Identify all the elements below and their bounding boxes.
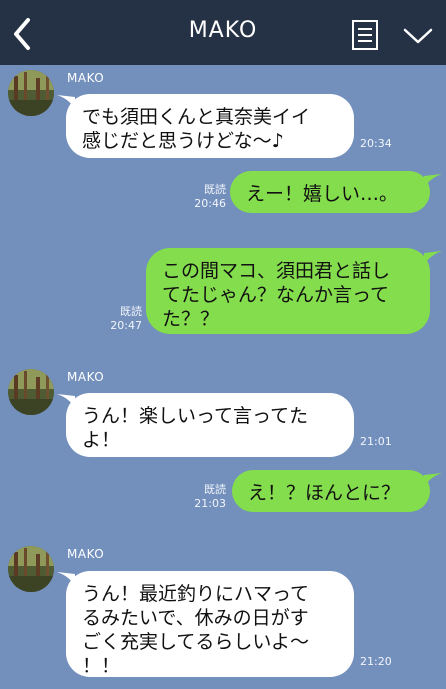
bubble-tail (424, 473, 442, 487)
message-time: 20:34 (360, 137, 392, 150)
bubble-tail (424, 174, 442, 188)
message-meta: 既読 20:47 (102, 305, 142, 333)
sender-name: MAKO (67, 71, 105, 85)
read-receipt: 既読 (120, 305, 142, 318)
message-bubble-incoming[interactable]: うん！楽しいって言ってた よ！ (66, 393, 354, 457)
bubble-tail (424, 251, 442, 265)
message-bubble-outgoing[interactable]: この間マコ、須田君と話し てたじゃん？なんか言って た？？ (146, 248, 430, 334)
chevron-down-icon[interactable] (402, 26, 434, 46)
message-time: 20:47 (110, 319, 142, 332)
message-meta: 既読 21:03 (186, 483, 226, 511)
chat-header: MAKO (0, 0, 446, 65)
read-receipt: 既読 (204, 483, 226, 496)
message-bubble-outgoing[interactable]: え！？ほんとに？ (232, 470, 430, 512)
message-meta: 既読 20:46 (186, 183, 226, 211)
message-time: 21:03 (194, 497, 226, 510)
mako-avatar[interactable] (8, 369, 54, 415)
back-arrow-icon[interactable] (8, 14, 44, 54)
sender-name: MAKO (67, 547, 105, 561)
message-bubble-outgoing[interactable]: えー！嬉しい…。 (230, 171, 430, 213)
message-time: 21:01 (360, 435, 392, 448)
message-time: 20:46 (194, 197, 226, 210)
sender-name: MAKO (67, 370, 105, 384)
message-bubble-incoming[interactable]: うん！最近釣りにハマって るみたいで、休みの日がす ごく充実してるらしいよ〜 ！… (66, 571, 354, 677)
message-bubble-incoming[interactable]: でも須田くんと真奈美イイ 感じだと思うけどな〜♪ (66, 94, 354, 158)
read-receipt: 既読 (204, 183, 226, 196)
mako-avatar[interactable] (8, 70, 54, 116)
message-time: 21:20 (360, 655, 392, 668)
notes-icon[interactable] (350, 19, 380, 51)
mako-avatar[interactable] (8, 546, 54, 592)
